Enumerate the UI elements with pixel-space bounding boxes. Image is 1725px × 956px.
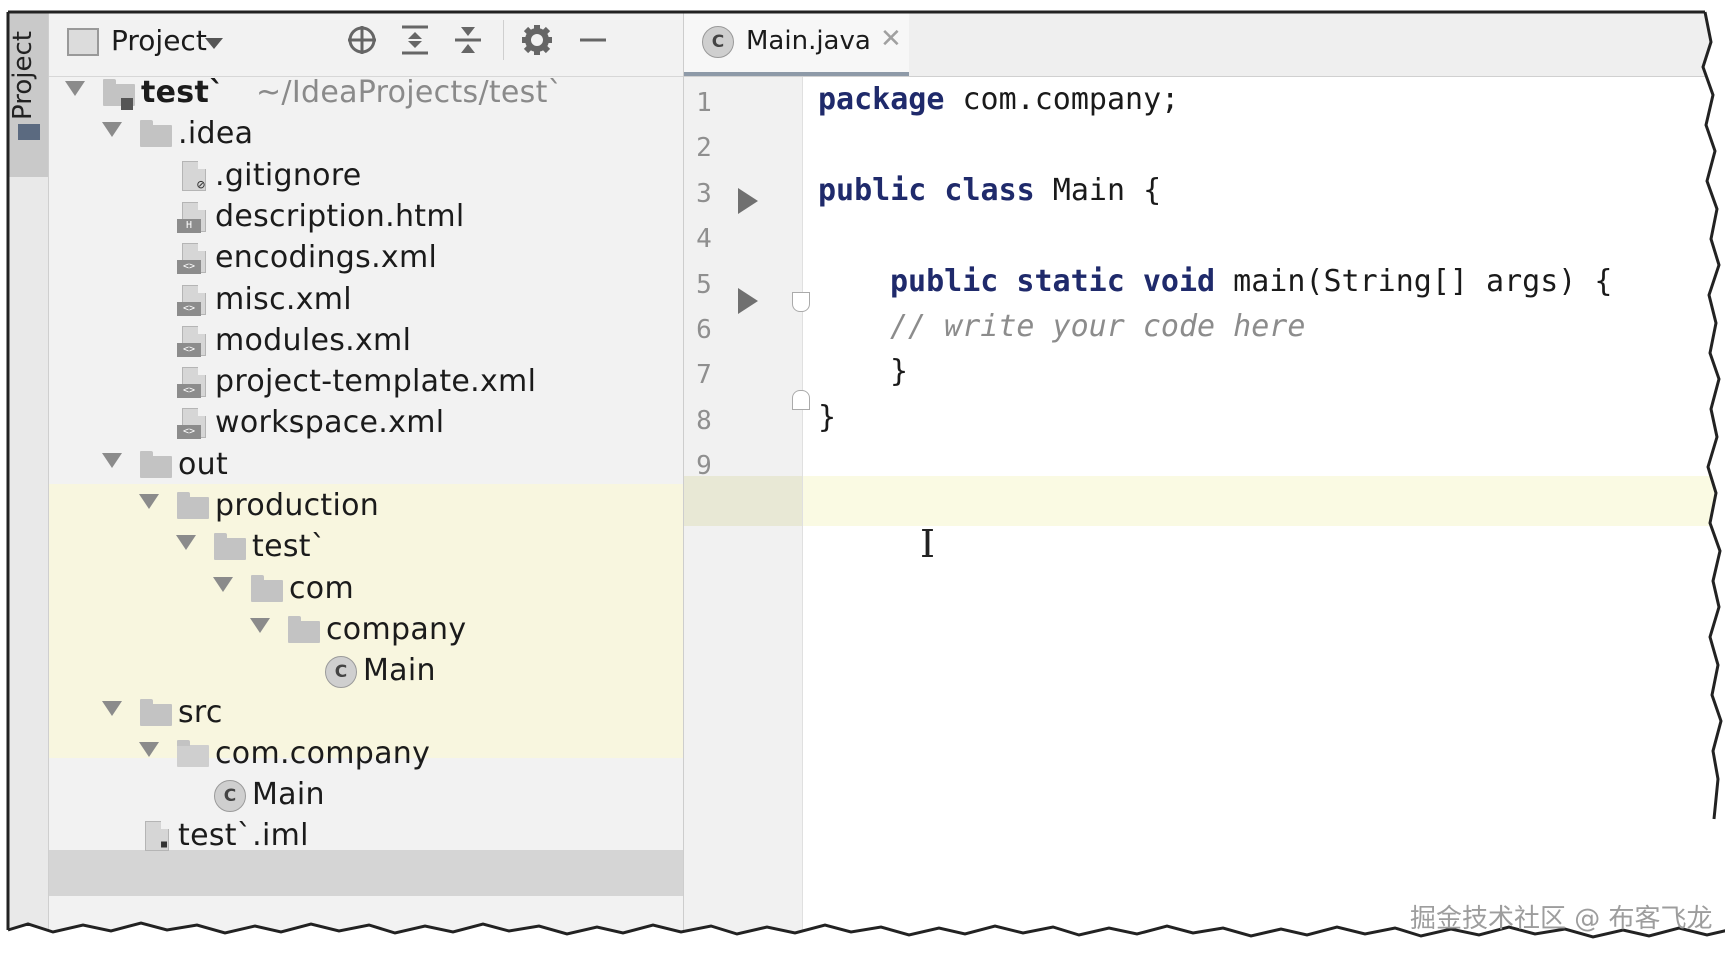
torn-edge-decoration (0, 0, 1725, 956)
ide-window: Project Project test` ~/IdeaProjects/test… (0, 0, 1725, 956)
watermark-text: 掘金技术社区 @ 布客飞龙 (1410, 904, 1713, 934)
